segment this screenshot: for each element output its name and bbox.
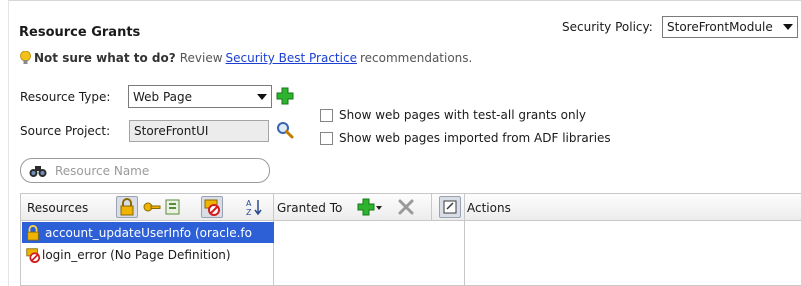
test-all-grants-label: Show web pages with test-all grants only [339,108,587,122]
table-header: Resources A Z Granted To Actions [21,194,801,221]
table-row[interactable]: login_error (No Page Definition) [22,244,274,265]
security-policy-select[interactable]: StoreFrontModule [662,16,798,38]
delete-icon[interactable] [397,198,415,216]
adf-libraries-checkbox[interactable]: Show web pages imported from ADF librari… [320,131,611,145]
resource-name-filter[interactable]: Resource Name [20,158,270,183]
lock-icon [120,198,134,216]
resource-name-placeholder: Resource Name [55,163,150,178]
key-icon[interactable] [143,198,161,216]
svg-text:A: A [246,199,252,208]
page-definition-icon[interactable] [164,198,182,216]
table-row[interactable]: account_updateUserInfo (oracle.fo [22,222,274,243]
security-best-practice-link[interactable]: Security Best Practice [226,51,357,65]
resource-name: login_error (No Page Definition) [42,247,231,262]
resource-name: account_updateUserInfo (oracle.fo [45,225,252,240]
no-definition-icon [204,199,220,216]
no-definition-icon [26,247,41,263]
checkbox-box[interactable] [320,108,333,122]
page-title: Resource Grants [19,25,141,40]
best-practice-hint: Not sure what to do? Review Security Bes… [20,51,472,65]
hint-bold-text: Not sure what to do? [34,51,176,65]
svg-text:Z: Z [246,208,252,216]
binoculars-icon [29,165,47,177]
add-grantee-icon[interactable] [357,198,375,216]
checkbox-box[interactable] [320,131,333,145]
column-divider [464,194,465,286]
security-policy-value: StoreFrontModule [667,20,773,34]
resources-column-header: Resources [27,201,89,215]
sort-icon[interactable]: A Z [246,198,264,216]
source-project-field: StoreFrontUI [129,120,269,142]
dropdown-arrow-icon [257,93,267,100]
search-icon[interactable] [276,121,294,139]
hint-text-after: recommendations. [359,51,473,65]
resource-grants-table: Resources A Z Granted To Actions account… [20,193,801,286]
granted-to-column-header: Granted To [277,201,343,215]
resource-type-select[interactable]: Web Page [128,85,272,108]
add-resource-type-icon[interactable] [276,87,294,105]
column-divider [431,194,432,221]
lock-icon [27,224,39,241]
dropdown-arrow-icon [783,24,793,30]
source-project-label: Source Project: [20,124,111,138]
security-policy-label: Security Policy: [562,20,653,34]
lightbulb-icon [20,51,31,64]
actions-view-icon [443,200,457,214]
resource-type-value: Web Page [133,89,193,104]
add-grantee-menu-arrow-icon[interactable] [376,206,382,210]
hint-text-before: Review [179,51,223,65]
test-all-grants-checkbox[interactable]: Show web pages with test-all grants only [320,108,586,122]
adf-libraries-label: Show web pages imported from ADF librari… [339,131,611,145]
actions-column-header: Actions [467,201,511,215]
resource-type-label: Resource Type: [20,90,111,104]
